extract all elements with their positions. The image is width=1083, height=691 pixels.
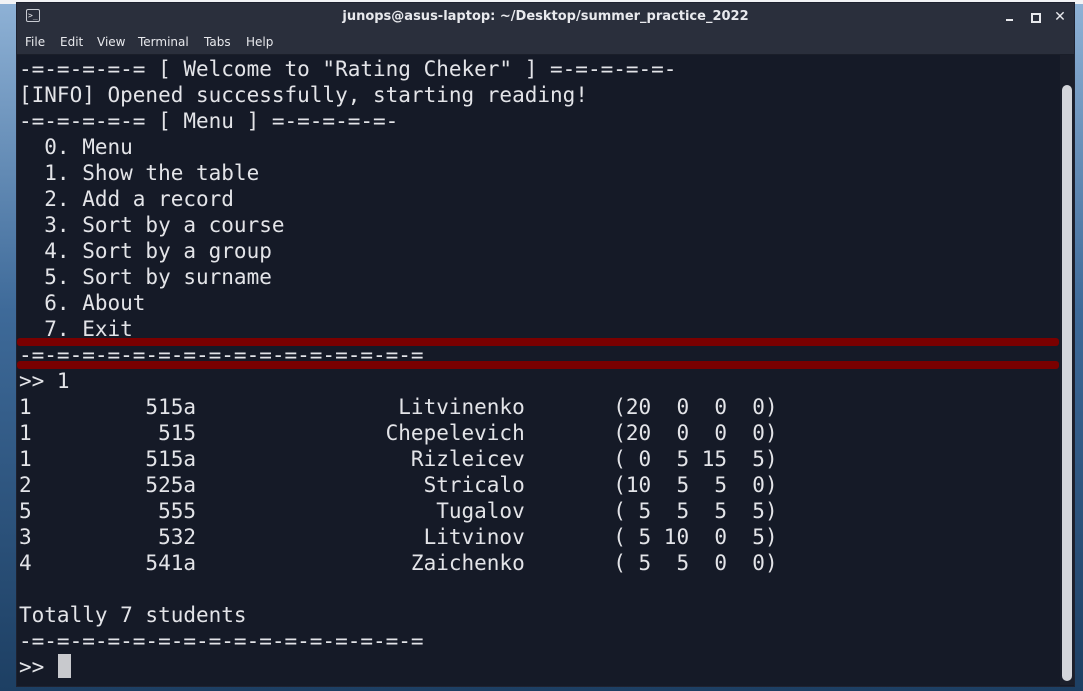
- scroll-thumb[interactable]: [1062, 85, 1072, 681]
- table-row: 2 525a Stricalo (10 5 5 0): [19, 473, 778, 497]
- terminal-line: >> 1: [19, 369, 70, 393]
- table-row: 5 555 Tugalov ( 5 5 5 5): [19, 499, 778, 523]
- menu-help[interactable]: Help: [246, 35, 273, 49]
- terminal-line: 1. Show the table: [19, 161, 260, 185]
- terminal-line: 3. Sort by a course: [19, 213, 285, 237]
- window-title: junops@asus-laptop: ~/Desktop/summer_pra…: [342, 9, 749, 24]
- terminal-line: -=-=-=-=-= [ Welcome to "Rating Cheker" …: [19, 57, 677, 81]
- terminal-line: -=-=-=-=-= [ Menu ] =-=-=-=-=-: [19, 109, 399, 133]
- table-row: 1 515a Litvinenko (20 0 0 0): [19, 395, 778, 419]
- terminal-line: 0. Menu: [19, 135, 133, 159]
- terminal-line: 2. Add a record: [19, 187, 234, 211]
- terminal-line: 6. About: [19, 291, 146, 315]
- menu-terminal[interactable]: Terminal: [138, 35, 189, 49]
- menu-tabs[interactable]: Tabs: [204, 35, 231, 49]
- title-bar[interactable]: >_ junops@asus-laptop: ~/Desktop/summer_…: [17, 3, 1074, 30]
- terminal-window: >_ junops@asus-laptop: ~/Desktop/summer_…: [16, 2, 1075, 687]
- maximize-icon[interactable]: [1027, 9, 1043, 25]
- highlight-bar-bottom: [17, 361, 1059, 369]
- menu-edit[interactable]: Edit: [60, 35, 83, 49]
- terminal-line: [INFO] Opened successfully, starting rea…: [19, 83, 588, 107]
- terminal-output[interactable]: -=-=-=-=-= [ Welcome to "Rating Cheker" …: [17, 55, 1059, 685]
- terminal-line: 5. Sort by surname: [19, 265, 272, 289]
- terminal-line: Totally 7 students: [19, 603, 247, 627]
- scrollbar[interactable]: [1060, 55, 1074, 685]
- close-icon[interactable]: ✕: [1052, 9, 1068, 25]
- terminal-line: 4. Sort by a group: [19, 239, 272, 263]
- table-row: 1 515 Chepelevich (20 0 0 0): [19, 421, 778, 445]
- table-row: 4 541a Zaichenko ( 5 5 0 0): [19, 551, 778, 575]
- text-cursor: [58, 654, 71, 678]
- menu-view[interactable]: View: [97, 35, 125, 49]
- terminal-line: -=-=-=-=-=-=-=-=-=-=-=-=-=-=-=-=: [19, 629, 424, 653]
- menu-file[interactable]: File: [25, 35, 45, 49]
- menu-bar: File Edit View Terminal Tabs Help: [17, 30, 1074, 55]
- prompt-line: >>: [19, 655, 57, 679]
- table-row: 3 532 Litvinov ( 5 10 0 5): [19, 525, 778, 549]
- minimize-icon[interactable]: [1002, 9, 1018, 25]
- table-row: 1 515a Rizleicev ( 0 5 15 5): [19, 447, 778, 471]
